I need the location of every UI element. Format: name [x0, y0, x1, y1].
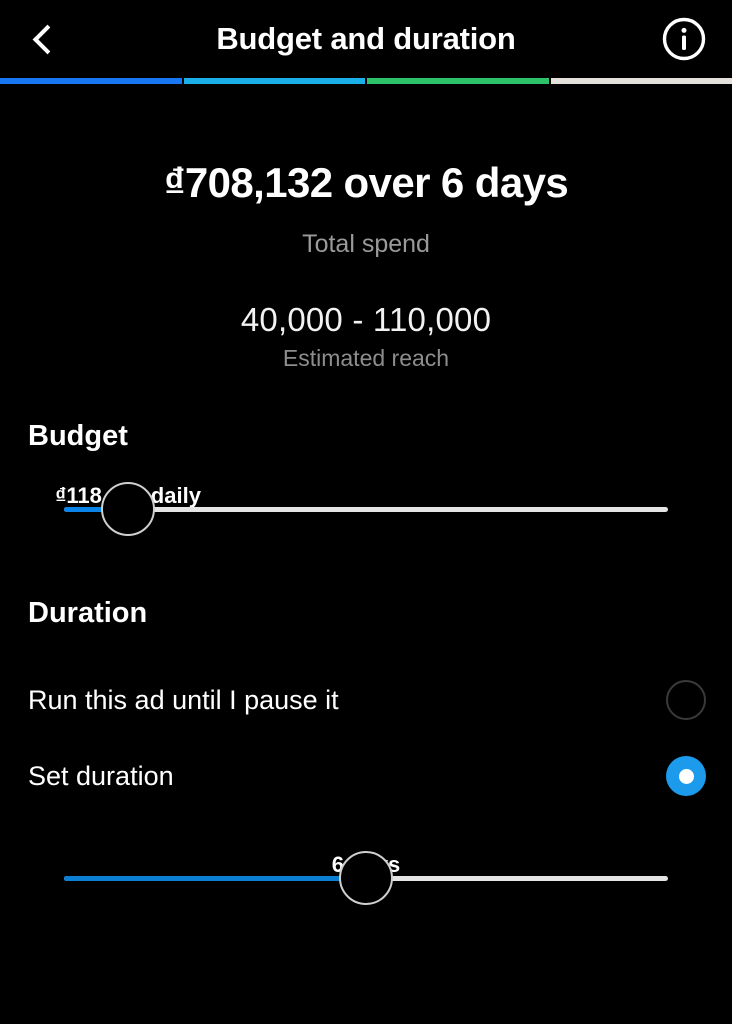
budget-slider[interactable]: ₫118,022 daily — [0, 475, 732, 549]
progress-segment-2 — [183, 78, 365, 84]
total-spend-label: Total spend — [302, 230, 430, 259]
budget-section: Budget ₫118,022 daily — [0, 420, 732, 549]
back-button[interactable] — [18, 13, 70, 65]
duration-section-title: Duration — [28, 597, 148, 630]
duration-option-run-until-paused[interactable]: Run this ad until I pause it — [0, 662, 732, 738]
estimated-reach-value: 40,000 - 110,000 — [240, 301, 492, 339]
budget-slider-thumb[interactable] — [101, 482, 156, 537]
duration-slider[interactable]: 6 days — [0, 844, 732, 918]
info-button[interactable] — [660, 15, 708, 63]
info-circle-icon — [662, 17, 706, 61]
estimated-reach-label: Estimated reach — [282, 345, 450, 372]
chevron-left-icon — [32, 24, 63, 54]
spend-summary: ₫708,132 over 6 days Total spend 40,000 … — [0, 84, 732, 372]
budget-and-duration-screen: Budget and duration ₫708,132 over 6 days… — [0, 0, 732, 1024]
budget-section-title: Budget — [28, 420, 128, 453]
app-header: Budget and duration — [0, 0, 732, 78]
progress-segment-4 — [550, 78, 732, 84]
duration-slider-thumb[interactable] — [339, 851, 393, 906]
total-spend-amount: ₫708,132 over 6 days — [163, 159, 569, 206]
radio-button-selected[interactable] — [666, 756, 706, 797]
progress-segment-1 — [0, 78, 182, 84]
radio-dot — [678, 768, 694, 784]
duration-option-set-duration[interactable]: Set duration — [0, 738, 732, 814]
radio-button-unselected[interactable] — [666, 680, 706, 721]
progress-segment-3 — [367, 78, 549, 84]
page-title: Budget and duration — [216, 21, 516, 56]
duration-section: Duration Run this ad until I pause it Se… — [0, 597, 732, 918]
duration-option-label: Set duration — [28, 760, 174, 791]
duration-option-label: Run this ad until I pause it — [28, 684, 339, 715]
duration-slider-fill — [64, 876, 366, 882]
